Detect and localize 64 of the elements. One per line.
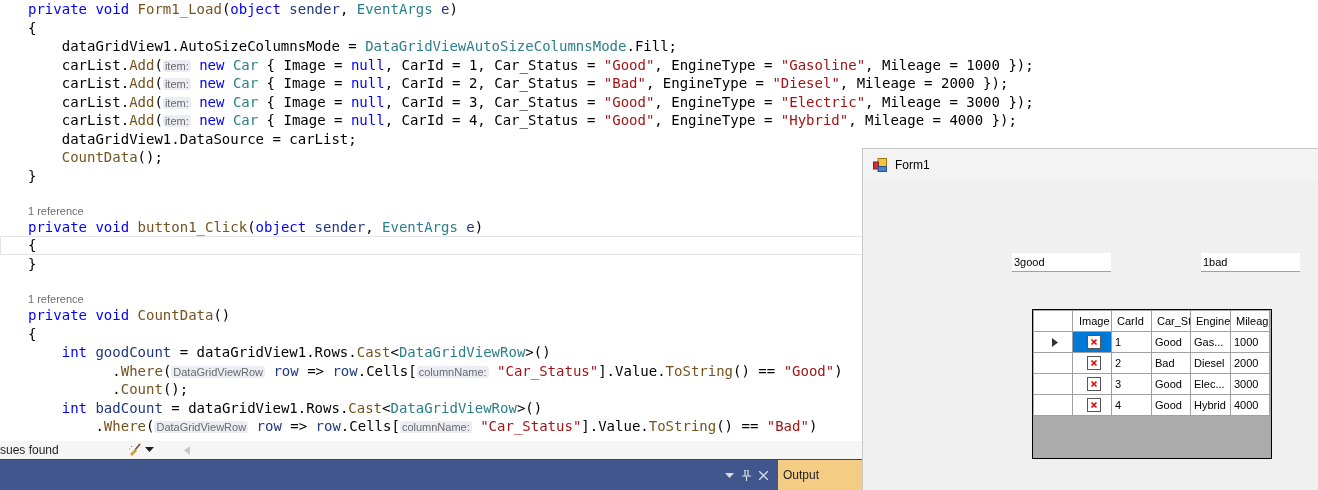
code-line: dataGridView1.AutoSizeColumnsMode = DataGridViewAutoSizeColumnsMode.Fill; — [60, 37, 678, 56]
code-line: carList.Add(item: new Car { Image = null, CarId = 2, Car_Status = "Bad", EngineType = "Diesel", Mileage = 2000 }); — [60, 74, 1009, 93]
table-cell: 2000 — [1231, 353, 1270, 374]
code-line: { — [28, 18, 37, 37]
row-header-cell[interactable] — [1034, 353, 1073, 374]
code-line: private void CountData() — [28, 306, 231, 325]
table-cell: Diesel — [1191, 353, 1231, 374]
close-icon[interactable] — [759, 470, 768, 480]
code-line: .Count(); — [111, 380, 189, 399]
column-header[interactable]: Mileag — [1231, 311, 1270, 332]
image-cell[interactable] — [1073, 332, 1112, 353]
output-tab[interactable]: Output — [778, 460, 862, 490]
text-field[interactable]: 3good — [1012, 253, 1111, 272]
table-cell: Good — [1152, 332, 1191, 353]
table-cell: 1000 — [1231, 332, 1270, 353]
code-line: carList.Add(item: new Car { Image = null, CarId = 3, Car_Status = "Good", EngineType = "Electric", Mileage = 3000 }); — [60, 92, 1034, 111]
code-line: CountData(); — [60, 148, 163, 167]
code-line: } — [28, 254, 37, 274]
table-cell: Elec... — [1191, 374, 1231, 395]
code-line: dataGridView1.DataSource = carList; — [60, 129, 357, 148]
table-cell: 4000 — [1231, 395, 1270, 416]
table-cell: Bad — [1152, 353, 1191, 374]
table-cell: 3 — [1112, 374, 1152, 395]
table-cell: Gas... — [1191, 332, 1231, 353]
code-line: .Where(DataGridViewRow row => row.Cells[columnName: "Car_Status"].Value.ToString() == "Bad") — [94, 417, 818, 436]
code-line: } — [28, 166, 37, 185]
table-cell: 4 — [1112, 395, 1152, 416]
form-icon — [873, 158, 887, 172]
column-header[interactable]: CarId — [1112, 311, 1152, 332]
reference-count-link[interactable]: 1 reference — [28, 203, 84, 218]
broken-image-icon — [1086, 398, 1101, 412]
column-header[interactable]: Image — [1073, 311, 1112, 332]
table-cell: 3000 — [1231, 374, 1270, 395]
row-header-cell[interactable] — [1034, 395, 1073, 416]
table-cell: Hybrid — [1191, 395, 1231, 416]
column-header[interactable]: Engine — [1191, 311, 1231, 332]
broom-icon[interactable] — [128, 443, 142, 457]
code-line: .Where(DataGridViewRow row => row.Cells[columnName: "Car_Status"].Value.ToString() == "Good") — [111, 361, 843, 381]
table-cell: Good — [1152, 395, 1191, 416]
text-field[interactable]: 1bad — [1201, 253, 1300, 272]
image-cell[interactable] — [1073, 374, 1112, 395]
table-cell: Good — [1152, 374, 1191, 395]
broken-image-icon — [1086, 356, 1101, 370]
reference-count-link[interactable]: 1 reference — [28, 291, 84, 307]
code-line: int badCount = dataGridView1.Rows.Cast<DataGridViewRow>() — [60, 398, 543, 418]
current-row-icon — [1051, 337, 1058, 347]
broken-image-icon — [1086, 335, 1101, 349]
row-header-cell[interactable] — [1034, 374, 1073, 395]
image-cell[interactable] — [1073, 395, 1112, 416]
broken-image-icon — [1086, 377, 1101, 391]
row-header-cell[interactable] — [1034, 332, 1073, 353]
table-cell: 2 — [1112, 353, 1152, 374]
code-line: int goodCount = dataGridView1.Rows.Cast<DataGridViewRow>() — [60, 343, 551, 362]
code-line: private void button1_Click(object sender, EventArgs e) — [28, 217, 484, 237]
table-cell: 1 — [1112, 332, 1152, 353]
pin-icon[interactable] — [742, 469, 751, 481]
image-cell[interactable] — [1073, 353, 1112, 374]
window-title: Form1 — [895, 158, 930, 172]
issues-status-text: sues found — [0, 443, 60, 457]
code-line: { — [28, 324, 37, 344]
caret-icon[interactable] — [145, 447, 154, 453]
code-line: private void Form1_Load(object sender, EventArgs e) — [28, 0, 458, 19]
code-line: carList.Add(item: new Car { Image = null, CarId = 1, Car_Status = "Good", EngineType = "Gasoline", Mileage = 1000 }); — [60, 55, 1034, 74]
code-line: carList.Add(item: new Car { Image = null, CarId = 4, Car_Status = "Good", EngineType = "Hybrid", Mileage = 4000 }); — [60, 111, 1017, 130]
